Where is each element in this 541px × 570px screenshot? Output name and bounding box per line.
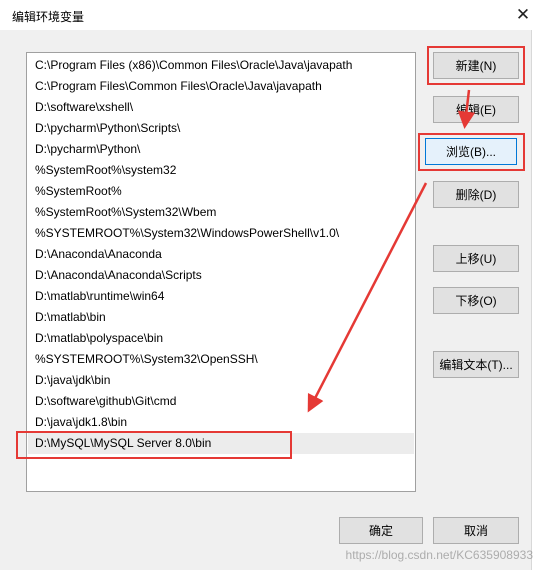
browse-button[interactable]: 浏览(B)... [425,138,517,165]
edit-button[interactable]: 编辑(E) [433,96,519,123]
list-item[interactable]: %SYSTEMROOT%\System32\WindowsPowerShell\… [28,223,414,244]
window-title: 编辑环境变量 [12,10,85,24]
new-button[interactable]: 新建(N) [433,52,519,79]
list-item[interactable]: D:\Anaconda\Anaconda\Scripts [28,265,414,286]
background-window-edge [531,30,541,570]
path-list[interactable]: C:\Program Files (x86)\Common Files\Orac… [26,52,416,492]
list-item[interactable]: D:\MySQL\MySQL Server 8.0\bin [28,433,414,454]
edit-text-button[interactable]: 编辑文本(T)... [433,351,519,378]
list-item[interactable]: %SystemRoot%\system32 [28,160,414,181]
list-item[interactable]: %SystemRoot%\System32\Wbem [28,202,414,223]
list-item[interactable]: D:\matlab\bin [28,307,414,328]
move-down-button[interactable]: 下移(O) [433,287,519,314]
move-up-button[interactable]: 上移(U) [433,245,519,272]
delete-button[interactable]: 删除(D) [433,181,519,208]
list-item[interactable]: C:\Program Files (x86)\Common Files\Orac… [28,55,414,76]
list-item[interactable]: D:\matlab\polyspace\bin [28,328,414,349]
list-item[interactable]: D:\software\xshell\ [28,97,414,118]
ok-button[interactable]: 确定 [339,517,423,544]
title-bar: 编辑环境变量 ✕ [0,0,541,30]
cancel-button[interactable]: 取消 [433,517,519,544]
list-item[interactable]: %SystemRoot% [28,181,414,202]
close-icon[interactable]: ✕ [505,0,541,30]
list-item[interactable]: D:\software\github\Git\cmd [28,391,414,412]
list-item[interactable]: %SYSTEMROOT%\System32\OpenSSH\ [28,349,414,370]
list-item[interactable]: D:\java\jdk\bin [28,370,414,391]
list-item[interactable]: D:\pycharm\Python\Scripts\ [28,118,414,139]
list-item[interactable]: D:\java\jdk1.8\bin [28,412,414,433]
watermark-text: https://blog.csdn.net/KC635908933 [345,548,533,562]
list-item[interactable]: C:\Program Files\Common Files\Oracle\Jav… [28,76,414,97]
list-item[interactable]: D:\pycharm\Python\ [28,139,414,160]
list-item[interactable]: D:\matlab\runtime\win64 [28,286,414,307]
list-item[interactable]: D:\Anaconda\Anaconda [28,244,414,265]
